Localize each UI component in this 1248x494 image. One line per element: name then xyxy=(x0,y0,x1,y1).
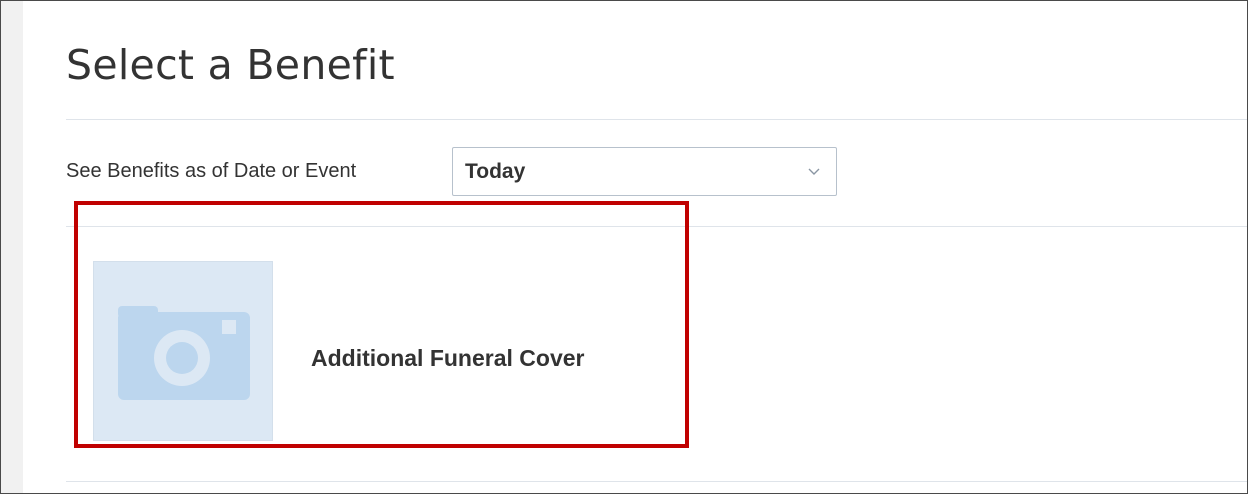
benefit-thumbnail xyxy=(93,261,273,441)
left-rail xyxy=(1,1,23,493)
benefit-tile-additional-funeral-cover[interactable]: Additional Funeral Cover xyxy=(93,261,653,441)
page-title: Select a Benefit xyxy=(66,41,395,89)
date-event-select-value: Today xyxy=(465,160,526,183)
benefits-panel: Select a Benefit See Benefits as of Date… xyxy=(0,0,1248,494)
divider xyxy=(66,481,1247,482)
benefit-name[interactable]: Additional Funeral Cover xyxy=(311,345,584,372)
divider xyxy=(66,226,1247,227)
divider xyxy=(66,119,1247,120)
chevron-down-icon xyxy=(806,163,822,179)
date-event-select[interactable]: Today xyxy=(452,147,837,196)
date-filter-label: See Benefits as of Date or Event xyxy=(66,160,357,182)
